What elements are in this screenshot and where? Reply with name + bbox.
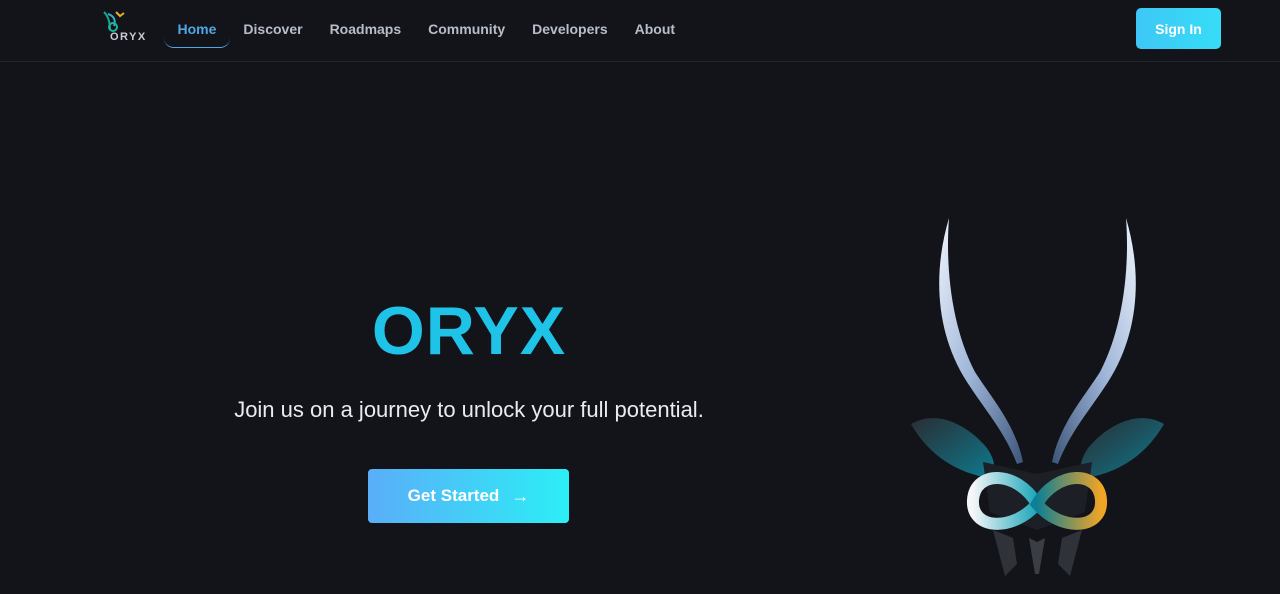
sign-in-button[interactable]: Sign In: [1136, 8, 1221, 49]
nav-item-roadmaps[interactable]: Roadmaps: [316, 10, 415, 48]
oryx-emblem-icon: [911, 218, 1164, 576]
nav-item-discover[interactable]: Discover: [230, 10, 316, 48]
nav-item-developers[interactable]: Developers: [519, 10, 621, 48]
logo[interactable]: ORYX: [100, 10, 150, 46]
hero-subtitle: Join us on a journey to unlock your full…: [234, 397, 704, 422]
nav-item-home[interactable]: Home: [164, 10, 230, 48]
arrow-right-icon: →: [511, 485, 530, 506]
nav-item-community[interactable]: Community: [415, 10, 519, 48]
get-started-button[interactable]: Get Started →: [368, 469, 569, 523]
main-nav: Home Discover Roadmaps Community Develop…: [164, 10, 689, 48]
hero-title: ORYX: [371, 293, 567, 369]
get-started-label: Get Started: [407, 486, 500, 505]
top-navbar: ORYX Home Discover Roadmaps Community De…: [0, 0, 1280, 62]
nav-item-about[interactable]: About: [621, 10, 688, 48]
logo-text: ORYX: [110, 31, 147, 43]
